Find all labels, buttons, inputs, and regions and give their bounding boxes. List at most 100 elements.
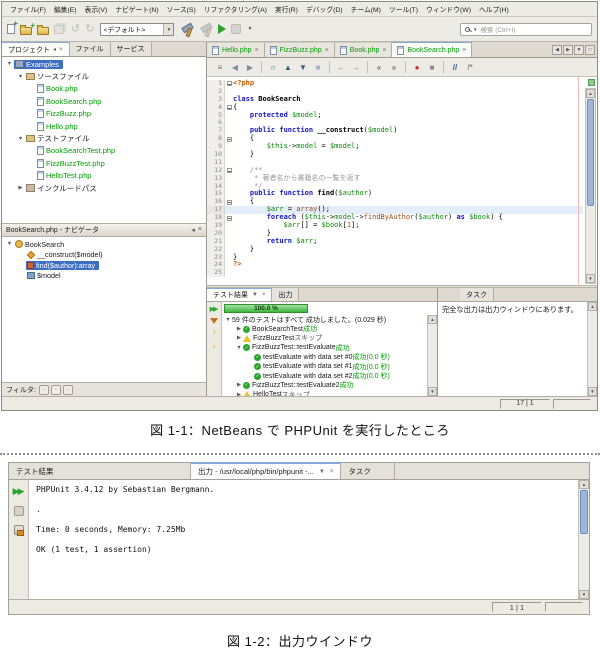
output-scrollbar[interactable]: ▲ ▼ bbox=[578, 480, 589, 599]
expander-icon[interactable]: ▼ bbox=[5, 61, 14, 67]
editor-tab-Book.php[interactable]: Book.php× bbox=[335, 42, 393, 57]
editor-tab-BookSearch.php[interactable]: BookSearch.php× bbox=[392, 42, 472, 57]
close-tab-icon[interactable]: × bbox=[462, 47, 466, 54]
fold-gutter[interactable] bbox=[225, 167, 233, 175]
expander-icon[interactable]: ▶ bbox=[235, 326, 243, 332]
code-line[interactable]: 9 $this->model = $model; bbox=[207, 143, 583, 151]
close-tab-icon[interactable]: × bbox=[262, 292, 266, 298]
output-console[interactable]: PHPUnit 3.4.12 by Sebastian Bergmann..Ti… bbox=[29, 480, 578, 599]
tree-item[interactable]: $model bbox=[2, 271, 206, 282]
tree-item[interactable]: BookSearch.php bbox=[2, 95, 206, 107]
code-line[interactable]: 21 return $arr; bbox=[207, 238, 583, 246]
scroll-down-icon[interactable]: ▼ bbox=[586, 274, 595, 283]
code-line[interactable]: 1<?php bbox=[207, 80, 583, 88]
highlight-icon[interactable]: ■ bbox=[312, 61, 324, 73]
scrollbar-thumb[interactable] bbox=[580, 490, 588, 534]
debug-icon[interactable] bbox=[231, 24, 241, 34]
scrollbar-thumb[interactable] bbox=[587, 99, 594, 206]
tab-tasks[interactable]: タスク bbox=[341, 463, 395, 479]
test-result-row[interactable]: ▶✓FizzBuzzTest::testEvaluate2 成功 bbox=[222, 381, 437, 390]
code-line[interactable]: 13 * 著者名から書籍名の一覧を返す bbox=[207, 175, 583, 183]
minimize-window-icon[interactable]: ◂ bbox=[191, 226, 195, 234]
expander-icon[interactable]: ▼ bbox=[5, 241, 14, 247]
menu-item[interactable]: チーム(M) bbox=[347, 3, 385, 15]
expander-icon[interactable]: ▶ bbox=[235, 382, 243, 388]
test-tree-scrollbar[interactable]: ▲ ▼ bbox=[427, 315, 437, 396]
new-file-icon[interactable] bbox=[7, 24, 15, 34]
comment-icon[interactable]: // bbox=[449, 61, 461, 73]
fold-collapse-icon[interactable] bbox=[227, 105, 232, 110]
tree-item[interactable]: FizzBuzz.php bbox=[2, 108, 206, 120]
scroll-down-icon[interactable]: ▼ bbox=[428, 387, 437, 396]
fold-collapse-icon[interactable] bbox=[227, 200, 232, 205]
prev-occurrence-icon[interactable]: ← bbox=[335, 61, 347, 73]
fold-gutter[interactable] bbox=[225, 214, 233, 222]
filter-public-icon[interactable]: ◦ bbox=[63, 385, 73, 395]
tab-output[interactable]: 出力 bbox=[272, 288, 299, 301]
tab-output[interactable]: 出力 - /usr/local/php/bin/phpunit -...▼× bbox=[191, 462, 341, 479]
code-line[interactable]: 5 protected $model; bbox=[207, 112, 583, 120]
scroll-down-icon[interactable]: ▼ bbox=[588, 387, 597, 396]
open-project-icon[interactable] bbox=[37, 27, 49, 35]
expander-icon[interactable]: ▶ bbox=[235, 335, 243, 341]
tree-item[interactable]: ▼テストファイル bbox=[2, 132, 206, 144]
tree-item[interactable]: HelloTest.php bbox=[2, 170, 206, 182]
test-result-row[interactable]: ▼59 件のテストはすべて 成功しました。(0.029 秒) bbox=[222, 315, 437, 324]
editor-scrollbar[interactable]: ▲ ▼ bbox=[585, 88, 596, 284]
summary-scrollbar[interactable]: ▲ ▼ bbox=[587, 302, 597, 396]
editor-tab-FizzBuzz.php[interactable]: FizzBuzz.php× bbox=[265, 42, 335, 57]
close-window-icon[interactable]: × bbox=[198, 226, 202, 234]
fold-collapse-icon[interactable] bbox=[227, 81, 232, 86]
tab-test-results[interactable]: テスト結果 bbox=[9, 463, 191, 479]
stop-icon[interactable] bbox=[14, 506, 24, 516]
tree-item[interactable]: __construct($model) bbox=[2, 250, 206, 261]
save-all-icon[interactable] bbox=[54, 25, 64, 34]
scroll-up-icon[interactable]: ▲ bbox=[428, 315, 437, 324]
tree-item[interactable]: FizzBuzzTest.php bbox=[2, 157, 206, 169]
expander-icon[interactable]: ▶ bbox=[235, 392, 243, 396]
run-config-combobox[interactable]: <デフォルト> ▼ bbox=[100, 23, 174, 36]
menu-item[interactable]: ファイル(F) bbox=[6, 3, 50, 15]
close-tab-icon[interactable]: × bbox=[255, 47, 259, 54]
window-menu-icon[interactable]: ▼ bbox=[252, 292, 258, 298]
fold-gutter[interactable] bbox=[225, 80, 233, 88]
find-next-icon[interactable]: ▼ bbox=[297, 61, 309, 73]
close-window-icon[interactable]: × bbox=[59, 47, 63, 53]
test-result-row[interactable]: ▶✓BookSearchTest 成功 bbox=[222, 324, 437, 333]
outdent-icon[interactable]: « bbox=[373, 61, 385, 73]
tab-tasks[interactable]: タスク bbox=[460, 288, 494, 301]
quick-search-input[interactable]: ▼ 検索 (Ctrl+I) bbox=[460, 23, 592, 36]
menu-item[interactable]: 編集(E) bbox=[50, 3, 81, 15]
code-editor[interactable]: 1<?php23class BookSearch4{5 protected $m… bbox=[207, 77, 597, 285]
forward-icon[interactable]: ▶ bbox=[244, 61, 256, 73]
code-line[interactable]: 15 public function find($author) bbox=[207, 190, 583, 198]
test-result-row[interactable]: ▶FizzBuzzTest スキップ bbox=[222, 334, 437, 343]
expander-icon[interactable]: ▼ bbox=[16, 136, 25, 142]
code-line[interactable]: 22 } bbox=[207, 246, 583, 254]
tab-list-icon[interactable]: ▼ bbox=[574, 45, 584, 55]
scroll-up-icon[interactable]: ▲ bbox=[586, 89, 595, 98]
menu-item[interactable]: リファクタリング(A) bbox=[200, 3, 271, 15]
code-line[interactable]: 25 bbox=[207, 269, 583, 277]
scroll-down-icon[interactable]: ▼ bbox=[579, 590, 589, 599]
scroll-up-icon[interactable]: ▲ bbox=[579, 480, 589, 489]
editor-tab-Hello.php[interactable]: Hello.php× bbox=[207, 42, 265, 57]
fold-collapse-icon[interactable] bbox=[227, 137, 232, 142]
previous-failure-icon[interactable]: ↑ bbox=[212, 329, 216, 337]
next-failure-icon[interactable]: ↓ bbox=[212, 342, 216, 350]
options-icon[interactable] bbox=[14, 525, 24, 535]
filter-static-icon[interactable]: ◦ bbox=[51, 385, 61, 395]
code-line[interactable]: 24?> bbox=[207, 261, 583, 269]
code-line[interactable]: 3class BookSearch bbox=[207, 96, 583, 104]
clean-build-icon[interactable] bbox=[199, 22, 213, 36]
close-tab-icon[interactable]: × bbox=[325, 47, 329, 54]
menu-item[interactable]: ヘルプ(H) bbox=[475, 3, 513, 15]
debug-dropdown-icon[interactable]: ▼ bbox=[247, 26, 252, 32]
chevron-down-icon[interactable]: ▼ bbox=[163, 24, 173, 35]
fold-collapse-icon[interactable] bbox=[227, 168, 232, 173]
next-occurrence-icon[interactable]: → bbox=[350, 61, 362, 73]
menu-item[interactable]: ソース(S) bbox=[163, 3, 200, 15]
menu-item[interactable]: 表示(V) bbox=[81, 3, 112, 15]
fold-gutter[interactable] bbox=[225, 104, 233, 112]
menu-item[interactable]: ツール(T) bbox=[385, 3, 422, 15]
